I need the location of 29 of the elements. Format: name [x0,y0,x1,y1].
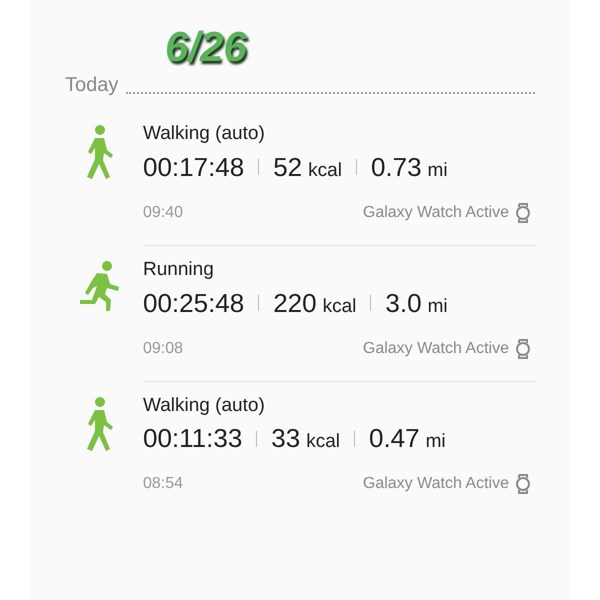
distance-unit: mi [428,294,448,318]
calories-unit: kcal [308,158,342,183]
distance: 0.47 [369,422,420,456]
activity-time: 09:08 [143,338,184,358]
watch-icon [515,474,531,494]
device-name: Galaxy Watch Active [362,202,509,223]
activity-title: Walking (auto) [143,394,266,418]
watch-icon [515,202,531,223]
duration: 00:17:48 [143,150,244,184]
duration: 00:25:48 [143,286,244,320]
calories-unit: kcal [306,430,340,454]
distance: 3.0 [385,286,422,320]
calories: 52 [273,150,302,184]
distance: 0.73 [370,150,422,184]
device-name: Galaxy Watch Active [362,474,509,494]
calories-unit: kcal [322,294,356,318]
activity-time: 09:40 [143,202,184,223]
calories: 220 [273,286,317,320]
activity-title: Walking (auto) [143,122,266,146]
activity-title: Running [143,258,215,282]
calories: 33 [271,422,300,456]
device-name: Galaxy Watch Active [362,338,509,358]
distance-unit: mi [426,430,446,454]
date-overlay: 6/26 [165,26,247,68]
duration: 00:11:33 [143,422,242,456]
distance-unit: mi [428,158,448,183]
watch-icon [515,338,531,358]
section-label: Today [65,73,118,98]
activity-time: 08:54 [143,474,184,494]
